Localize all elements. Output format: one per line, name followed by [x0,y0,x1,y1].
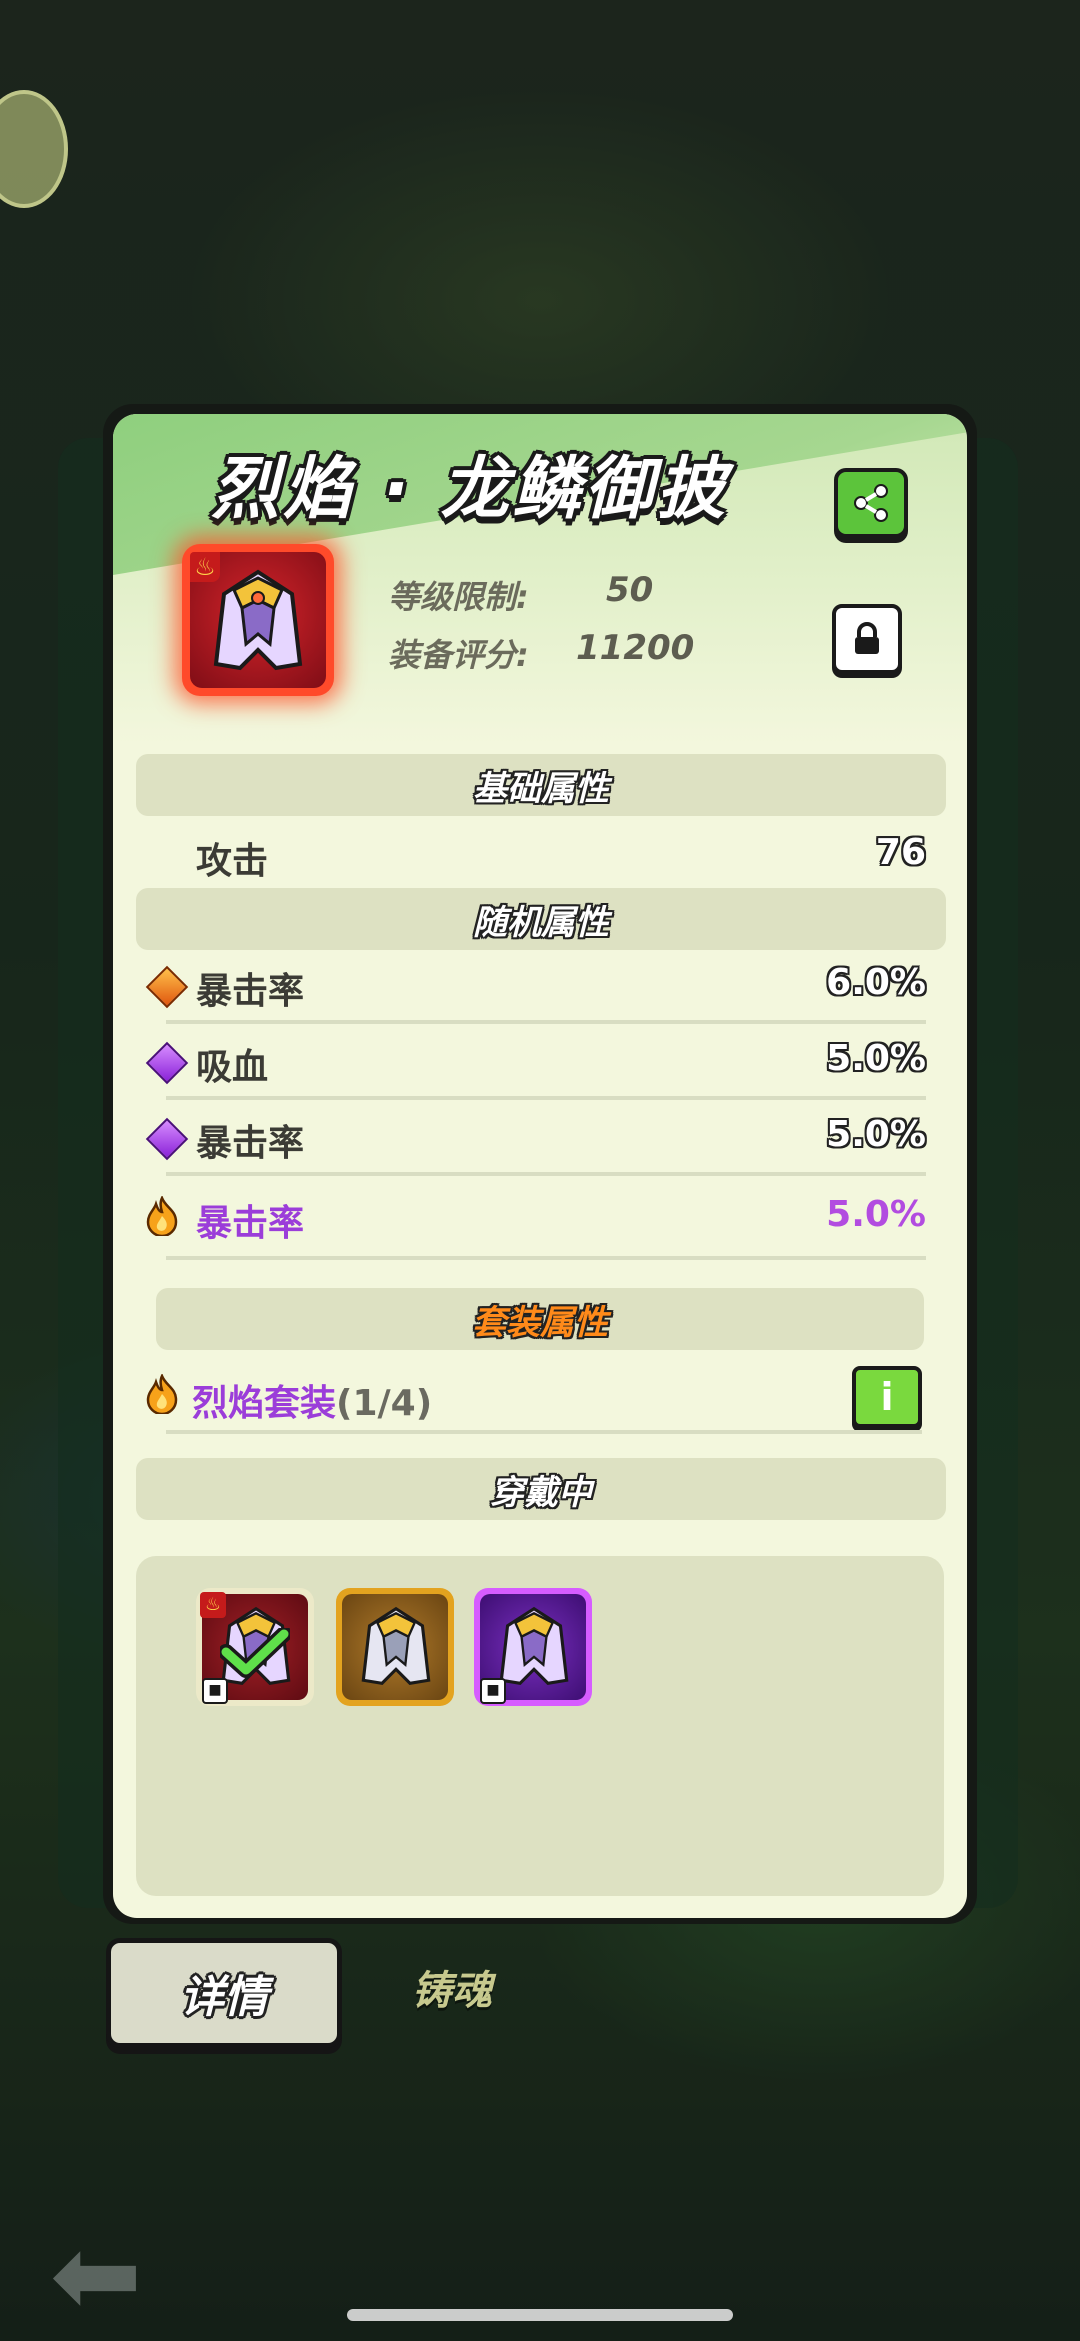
fire-set-tag-icon: ♨ [190,552,220,582]
set-info-button[interactable]: i [852,1366,922,1428]
lock-icon [855,622,879,654]
random-attr-value: 5.0% [826,1038,926,1079]
set-count: (1/4) [336,1383,433,1424]
random-attributes-header: 随机属性 [136,888,946,950]
wearing-title: 穿戴中 [490,1472,592,1513]
set-attributes-title: 套装属性 [472,1302,608,1343]
armor-cloak-icon [499,1606,569,1685]
base-attr-value: 76 [875,832,926,873]
random-attr-value-special: 5.0% [826,1194,926,1235]
random-attr-row-special: 暴击率 5.0% [140,1180,930,1260]
row-divider [166,1256,926,1260]
random-attr-value: 6.0% [826,962,926,1003]
item-title: 烈焰 · 龙鳞御披 [211,450,729,529]
random-attr-value: 5.0% [826,1114,926,1155]
home-indicator[interactable] [347,2309,733,2321]
tab-details-label: 详情 [180,1972,268,2023]
equipment-slot-equipped[interactable]: ♨ ■ [196,1588,314,1706]
info-icon: i [880,1375,894,1419]
back-arrow-icon[interactable]: ⬅ [50,2220,180,2330]
wearing-header: 穿戴中 [136,1458,946,1520]
set-divider [166,1430,922,1434]
equipment-score-value: 11200 [576,628,695,668]
armor-cloak-icon [213,569,303,671]
equipment-score-label: 装备评分: [388,636,529,674]
random-attr-row: 暴击率 6.0% [140,948,930,1024]
base-attributes-header: 基础属性 [136,754,946,816]
random-attr-name: 暴击率 [196,1123,305,1164]
tab-details[interactable]: 详情 [106,1938,342,2048]
random-attr-row: 吸血 5.0% [140,1024,930,1100]
random-attributes-title: 随机属性 [473,902,609,943]
tab-forge-soul[interactable]: 铸魂 [372,1956,532,2026]
lock-button[interactable] [832,604,902,674]
set-name: 烈焰套装 [192,1383,337,1424]
set-name-label: 烈焰套装(1/4) [192,1374,432,1426]
equipment-slot[interactable]: ■ [474,1588,592,1706]
row-divider [166,1172,926,1176]
armor-cloak-icon [361,1606,431,1685]
share-icon [854,484,888,522]
fire-set-tag-icon: ♨ [200,1592,226,1618]
checkmark-icon [220,1628,290,1678]
random-attr-name: 吸血 [196,1047,269,1088]
lock-icon: ■ [202,1678,228,1704]
fire-icon [146,1196,178,1236]
purple-diamond-icon [145,1041,189,1085]
lock-icon: ■ [480,1678,506,1704]
set-attributes-header: 套装属性 [156,1288,924,1350]
random-attr-name-special: 暴击率 [196,1203,305,1244]
purple-diamond-icon [145,1117,189,1161]
base-attr-name: 攻击 [196,841,269,882]
share-button[interactable] [834,468,908,538]
orange-diamond-icon [145,965,189,1009]
base-attributes-title: 基础属性 [473,768,609,809]
fire-icon [146,1374,178,1414]
base-attr-row: 攻击 76 [140,818,930,894]
level-limit-value: 50 [606,570,654,610]
random-attr-name: 暴击率 [196,971,305,1012]
equipment-slot[interactable] [336,1588,454,1706]
random-attr-row: 暴击率 5.0% [140,1100,930,1176]
level-limit-label: 等级限制: [388,578,529,616]
